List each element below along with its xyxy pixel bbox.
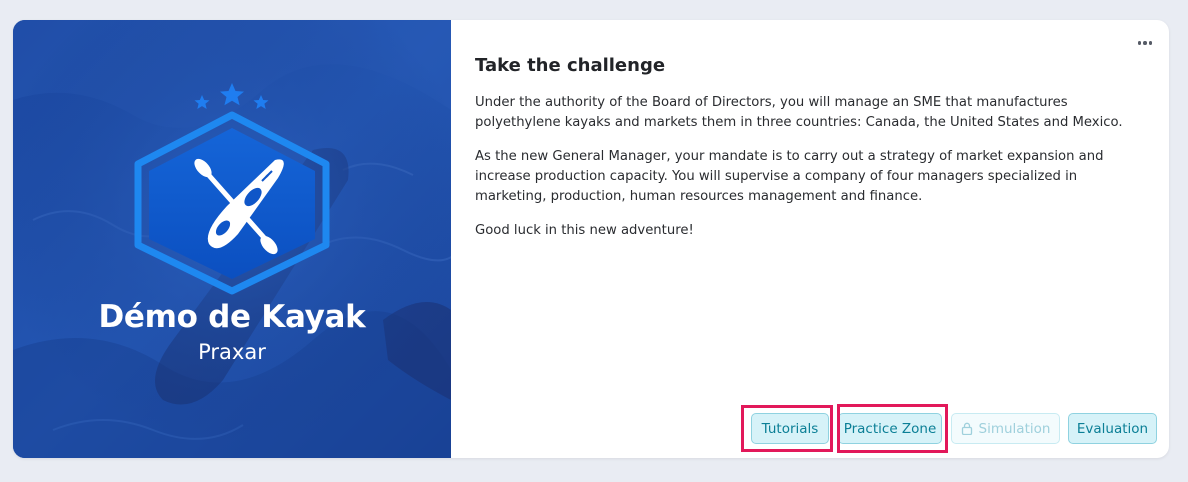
description-paragraph: As the new General Manager, your mandate…: [475, 149, 1104, 204]
tutorials-button-label: Tutorials: [761, 420, 819, 437]
simulation-button-label: Simulation: [978, 420, 1051, 437]
practice-zone-button[interactable]: Practice Zone: [838, 413, 942, 444]
section-heading: Take the challenge: [475, 55, 666, 76]
simulation-button[interactable]: Simulation: [951, 413, 1060, 444]
lock-icon: [961, 422, 973, 435]
description-paragraph: Good luck in this new adventure!: [475, 223, 694, 238]
description-paragraph: Under the authority of the Board of Dire…: [475, 95, 1123, 130]
evaluation-button-label: Evaluation: [1076, 420, 1149, 437]
evaluation-button[interactable]: Evaluation: [1068, 413, 1157, 444]
more-options-icon[interactable]: [1135, 36, 1155, 50]
course-title: Démo de Kayak: [98, 299, 366, 335]
practice-zone-button-label: Practice Zone: [843, 420, 937, 437]
tutorials-button[interactable]: Tutorials: [751, 413, 829, 444]
hero-background-image: [13, 20, 451, 458]
course-card: Démo de Kayak Praxar Take the challenge …: [13, 20, 1169, 458]
course-hero: Démo de Kayak Praxar: [13, 20, 451, 458]
course-subtitle: Praxar: [198, 340, 266, 364]
